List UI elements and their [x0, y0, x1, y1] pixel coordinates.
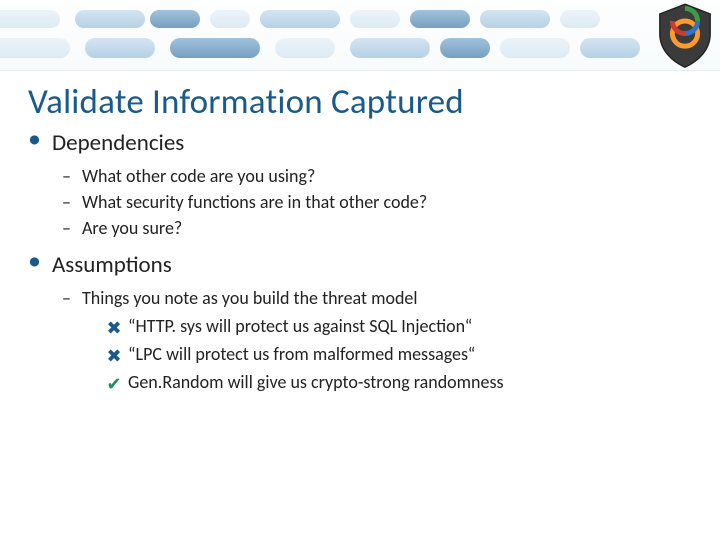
slide-content: Validate Information Captured Dependenci…	[0, 71, 720, 397]
list-item: ✖ “HTTP. sys will protect us against SQL…	[104, 313, 692, 341]
header-banner	[0, 0, 720, 71]
list-item: ✖ “LPC will protect us from malformed me…	[104, 341, 692, 369]
list-item: What security functions are in that othe…	[62, 189, 692, 215]
bullet-label: Assumptions	[52, 251, 172, 279]
bullet-label: Dependencies	[52, 129, 184, 157]
list-item: Things you note as you build the threat …	[62, 285, 692, 397]
list-item: What other code are you using?	[62, 163, 692, 189]
check-icon: ✔	[104, 371, 124, 399]
shield-icon	[650, 0, 720, 70]
bullet-assumptions: Assumptions Things you note as you build…	[28, 251, 692, 397]
cross-icon: ✖	[104, 343, 124, 371]
list-item: ✔ Gen.Random will give us crypto-strong …	[104, 369, 692, 397]
cross-icon: ✖	[104, 315, 124, 343]
slide-title: Validate Information Captured	[28, 81, 692, 123]
bullet-dependencies: Dependencies What other code are you usi…	[28, 129, 692, 241]
list-item: Are you sure?	[62, 215, 692, 241]
